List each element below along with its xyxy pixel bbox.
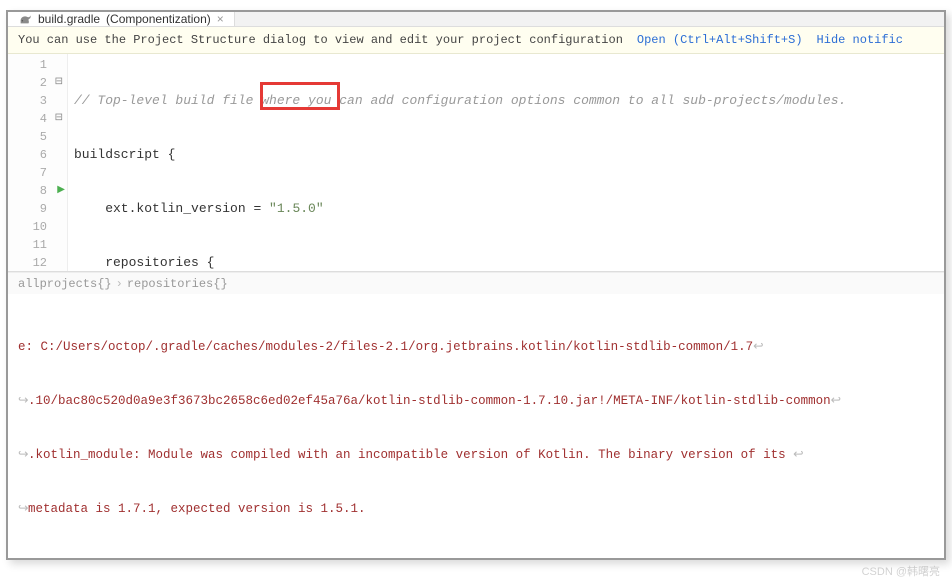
fold-icon[interactable]: ⊟ [55, 110, 63, 128]
soft-wrap-icon: ↪ [18, 500, 28, 518]
gradle-icon [18, 12, 32, 26]
close-icon[interactable]: × [217, 12, 224, 26]
soft-wrap-icon: ↩ [753, 338, 763, 356]
breadcrumb-segment[interactable]: allprojects{} [18, 277, 112, 291]
file-tab[interactable]: build.gradle (Componentization) × [8, 12, 235, 26]
open-project-structure-link[interactable]: Open (Ctrl+Alt+Shift+S) [637, 33, 803, 47]
soft-wrap-icon: ↪ [18, 392, 28, 410]
tab-bar: build.gradle (Componentization) × [8, 12, 944, 27]
run-gutter-icon[interactable]: ▶ [57, 182, 65, 200]
soft-wrap-icon: ↪ [18, 446, 28, 464]
build-output-console[interactable]: e: C:/Users/octop/.gradle/caches/modules… [8, 294, 944, 558]
breadcrumb-segment[interactable]: repositories{} [127, 277, 228, 291]
hide-notification-link[interactable]: Hide notific [817, 33, 903, 47]
soft-wrap-icon: ↩ [831, 392, 841, 410]
watermark: CSDN @韩曙亮 [862, 563, 940, 579]
soft-wrap-icon: ↩ [793, 446, 803, 464]
tab-filename: build.gradle [38, 12, 100, 26]
code-editor[interactable]: 1 2 3 4 5 6 7 8 9 10 11 12 13 14 15 16 1… [8, 54, 944, 272]
breadcrumb[interactable]: allprojects{}›repositories{} [8, 272, 944, 294]
notification-text: You can use the Project Structure dialog… [18, 33, 623, 47]
gutter: 1 2 3 4 5 6 7 8 9 10 11 12 13 14 15 16 1… [8, 54, 68, 271]
fold-icon[interactable]: ⊟ [55, 74, 63, 92]
notification-bar: You can use the Project Structure dialog… [8, 27, 944, 54]
tab-context: (Componentization) [106, 12, 211, 26]
code-content[interactable]: // Top-level build file where you can ad… [68, 54, 944, 271]
